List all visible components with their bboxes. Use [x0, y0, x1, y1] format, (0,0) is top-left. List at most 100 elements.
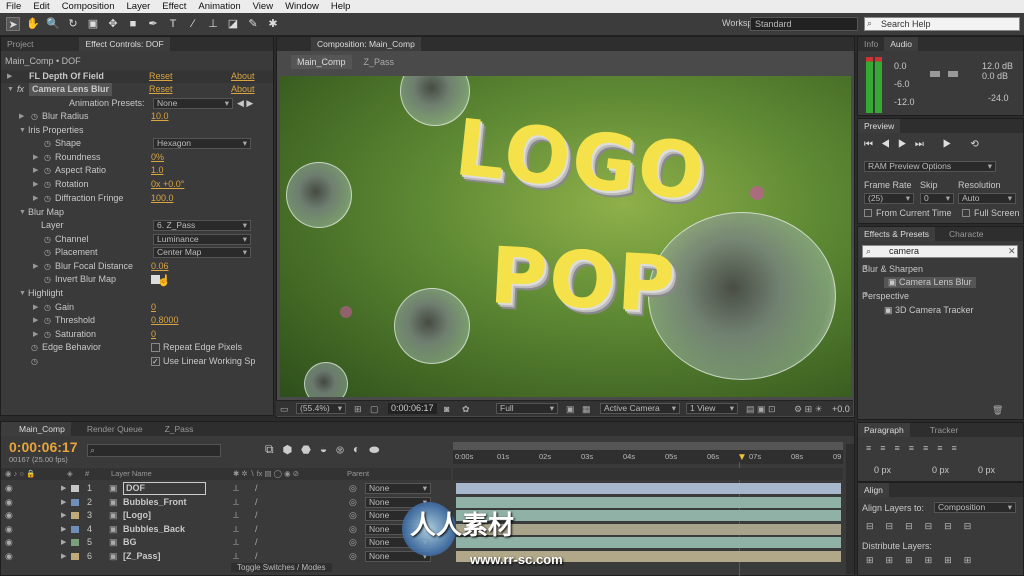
subtab-z-pass[interactable]: Z_Pass	[358, 55, 401, 69]
reset-link[interactable]: Reset	[149, 70, 173, 83]
region-of-interest-icon[interactable]: ▣	[566, 404, 575, 415]
eye-icon[interactable]: ◉	[5, 496, 13, 509]
threshold-value[interactable]: 0.8000	[151, 314, 179, 327]
tab-character[interactable]: Characte	[943, 227, 990, 241]
toggle-pixel-aspect-icon[interactable]: ▤ ▣ ⊡	[746, 404, 776, 415]
gain-value[interactable]: 0	[151, 301, 156, 314]
rectangle-tool-icon[interactable]: ■	[126, 17, 140, 31]
stopwatch-icon[interactable]: ◷	[44, 151, 51, 164]
shy-switch-icon[interactable]: ⟂	[233, 536, 239, 549]
type-tool-icon[interactable]: T	[166, 17, 180, 31]
camera-tool-icon[interactable]: ▣	[86, 17, 100, 31]
eye-icon[interactable]: ◉	[5, 536, 13, 549]
pickwhip-icon[interactable]: ◎	[349, 496, 357, 509]
stopwatch-icon[interactable]: ◷	[44, 192, 51, 205]
pen-tool-icon[interactable]: ✒	[146, 17, 160, 31]
collapse-triangle-icon[interactable]: ▼	[19, 124, 26, 137]
tab-audio[interactable]: Audio	[884, 37, 918, 51]
stopwatch-icon[interactable]: ◷	[44, 314, 51, 327]
toggle-switches-button[interactable]: Toggle Switches / Modes	[231, 563, 332, 572]
effect-row-camera-lens-blur[interactable]: ▼ fx Camera Lens Blur Reset About	[1, 83, 273, 96]
expand-triangle-icon[interactable]: ▶	[7, 70, 12, 83]
tree-item-3d-camera-tracker[interactable]: ▣ 3D Camera Tracker	[884, 305, 974, 316]
collapse-triangle-icon[interactable]: ▼	[19, 287, 26, 300]
layer-duration-bar[interactable]	[456, 483, 841, 494]
quality-switch-icon[interactable]: /	[255, 523, 258, 536]
timeline-layer-row[interactable]: ◉ ▶ 1 ▣ DOF ⟂ / ◎ None	[1, 482, 451, 495]
indent-value[interactable]: 0 px	[932, 465, 949, 475]
expand-triangle-icon[interactable]: ▶	[61, 509, 66, 522]
tab-z-pass[interactable]: Z_Pass	[159, 422, 200, 436]
timeline-layer-row[interactable]: ◉ ▶ 4 ▣ Bubbles_Back ⟂ / ◎ None	[1, 523, 451, 536]
tab-info[interactable]: Info	[858, 37, 884, 51]
channel-dropdown[interactable]: Luminance	[153, 234, 251, 245]
label-color-swatch[interactable]	[71, 498, 79, 506]
repeat-edge-checkbox[interactable]	[151, 343, 160, 352]
zoom-tool-icon[interactable]: 🔍	[46, 17, 60, 31]
layer-name[interactable]: BG	[123, 536, 137, 549]
eye-icon[interactable]: ◉	[5, 482, 13, 495]
quality-switch-icon[interactable]: /	[255, 536, 258, 549]
saturation-value[interactable]: 0	[151, 328, 156, 341]
expand-triangle-icon[interactable]: ▶	[33, 328, 38, 341]
stopwatch-icon[interactable]: ◷	[31, 341, 38, 354]
shape-dropdown[interactable]: Hexagon	[153, 138, 251, 149]
stopwatch-icon[interactable]: ◷	[44, 233, 51, 246]
shy-switch-icon[interactable]: ⟂	[233, 550, 239, 563]
aspect-ratio-value[interactable]: 1.0	[151, 164, 164, 177]
menu-item[interactable]: File	[0, 1, 27, 12]
menu-item[interactable]: Layer	[121, 1, 157, 12]
stopwatch-icon[interactable]: ◷	[44, 273, 51, 286]
timeline-timecode[interactable]: 0:00:06:17	[9, 439, 78, 455]
tree-item-blur-sharpen[interactable]: ▼ Blur & Sharpen	[862, 264, 923, 274]
roundness-value[interactable]: 0%	[151, 151, 164, 164]
expand-triangle-icon[interactable]: ▶	[33, 192, 38, 205]
distribute-buttons[interactable]: ⊞⊞⊞⊞⊞⊞	[866, 555, 983, 566]
stopwatch-icon[interactable]: ◷	[44, 246, 51, 259]
collapse-triangle-icon[interactable]: ▼	[19, 206, 26, 219]
effects-search-input[interactable]: camera	[862, 245, 1018, 258]
menu-item[interactable]: Animation	[192, 1, 246, 12]
timeline-switch-icons[interactable]: ⧉⬢⬣◒⊛◐⬬	[265, 442, 388, 457]
indent-value[interactable]: 0 px	[874, 465, 891, 475]
menu-item[interactable]: Composition	[56, 1, 121, 12]
menu-item[interactable]: Help	[325, 1, 357, 12]
label-color-swatch[interactable]	[71, 485, 79, 492]
about-link[interactable]: About	[231, 70, 255, 83]
expand-triangle-icon[interactable]: ▶	[33, 178, 38, 191]
eraser-tool-icon[interactable]: ◪	[226, 17, 240, 31]
label-color-swatch[interactable]	[71, 539, 79, 546]
animation-presets-dropdown[interactable]: None	[153, 98, 233, 109]
view-layout-dropdown[interactable]: 1 View	[686, 403, 738, 414]
expand-triangle-icon[interactable]: ▶	[61, 550, 66, 563]
current-time-display[interactable]: 0:00:06:17	[388, 403, 437, 414]
quality-switch-icon[interactable]: /	[255, 509, 258, 522]
shy-switch-icon[interactable]: ⟂	[233, 482, 239, 495]
layer-name[interactable]: [Z_Pass]	[123, 550, 161, 563]
tree-item-perspective[interactable]: ▼ Perspective	[862, 291, 909, 301]
playback-controls[interactable]: ⏮◀▶⏭ ▶ ⟲	[864, 139, 987, 150]
parent-dropdown[interactable]: None	[365, 483, 431, 494]
tree-item-camera-lens-blur[interactable]: ▣ Camera Lens Blur	[884, 277, 976, 288]
label-color-swatch[interactable]	[71, 525, 79, 533]
snapshot-camera-icon[interactable]: ◙	[444, 404, 449, 414]
shy-switch-icon[interactable]: ⟂	[233, 509, 239, 522]
label-color-swatch[interactable]	[71, 512, 79, 519]
frame-rate-dropdown[interactable]: (25)	[864, 193, 914, 204]
subtab-main-comp[interactable]: Main_Comp	[291, 55, 352, 69]
eye-icon[interactable]: ◉	[5, 509, 13, 522]
linear-working-checkbox[interactable]: ✓	[151, 357, 160, 366]
time-ruler[interactable]: 0:00s 01s 02s 03s 04s 05s 06s 07s 08s 09	[453, 450, 843, 464]
stopwatch-icon[interactable]: ◷	[31, 110, 38, 123]
always-preview-icon[interactable]: ▭	[280, 404, 289, 415]
pan-behind-tool-icon[interactable]: ✥	[106, 17, 120, 31]
expand-triangle-icon[interactable]: ▶	[33, 164, 38, 177]
mask-icon[interactable]: ▢	[370, 404, 379, 415]
placement-dropdown[interactable]: Center Map	[153, 247, 251, 258]
menu-item[interactable]: Effect	[156, 1, 192, 12]
layer-name[interactable]: [Logo]	[123, 509, 151, 522]
pickwhip-icon[interactable]: ◎	[349, 536, 357, 549]
preset-nav-arrows-icon[interactable]: ◀ ▶	[237, 97, 253, 110]
quality-switch-icon[interactable]: /	[255, 496, 258, 509]
pickwhip-icon[interactable]: ◎	[349, 482, 357, 495]
